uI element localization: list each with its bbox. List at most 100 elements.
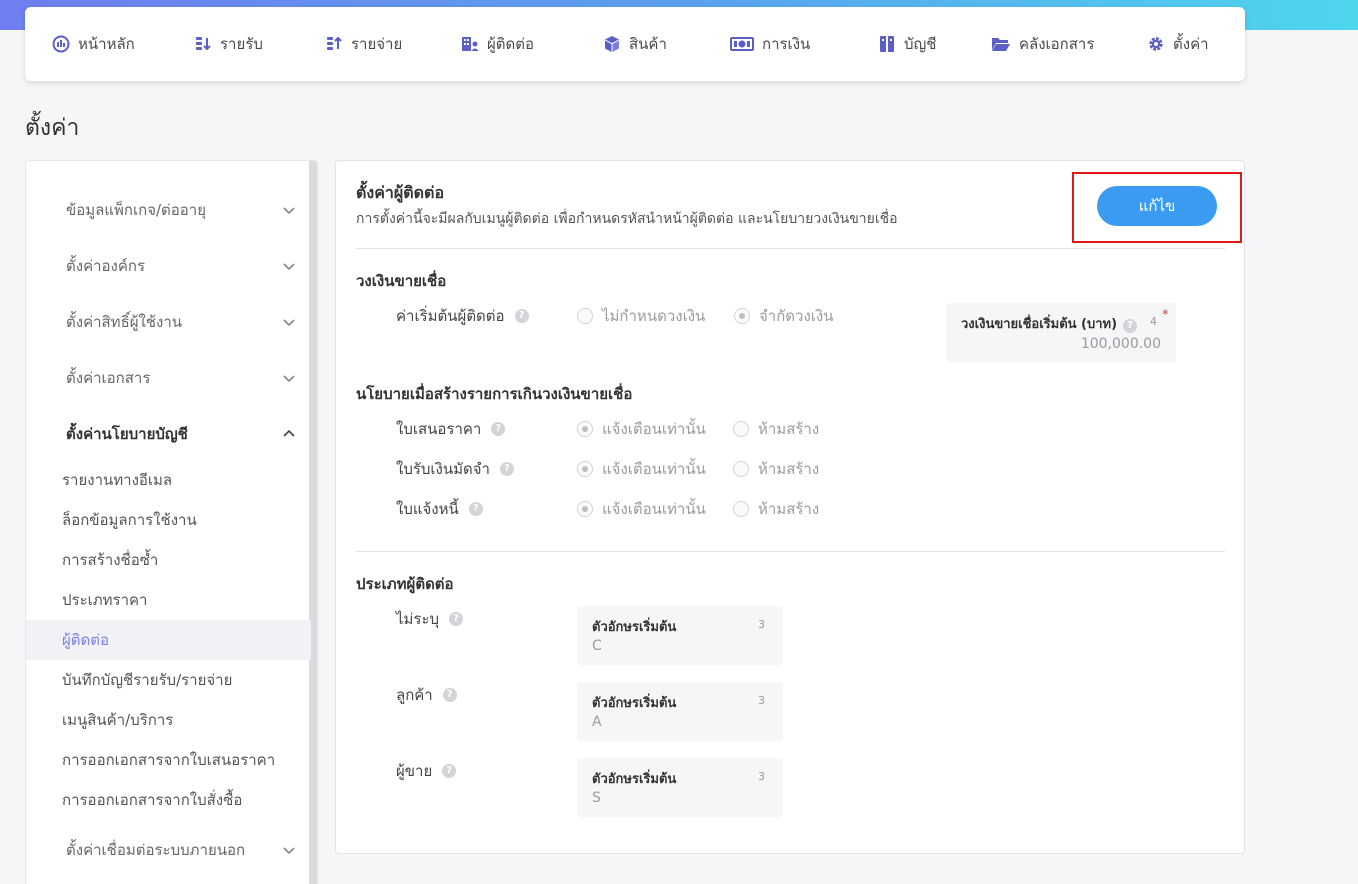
sidebar-group-permissions[interactable]: ตั้งค่าสิทธิ์ผู้ใช้งาน [66,302,296,342]
credit-limit-value: 100,000.00 [1080,336,1161,352]
sidebar-item-price-types[interactable]: ประเภทราคา [26,580,311,620]
coins-in-icon [194,35,212,53]
sidebar-item-email-report[interactable]: รายงานทางอีเมล [26,460,311,500]
sidebar-group-accounting-policy[interactable]: ตั้งค่านโยบายบัญชี [66,414,296,454]
nav-home-label: หน้าหลัก [78,35,135,53]
radio-block[interactable]: ห้ามสร้าง [733,497,819,521]
default-contact-label-text: ค่าเริ่มต้นผู้ติดต่อ [396,307,505,325]
divider [356,248,1225,249]
nav-contacts[interactable]: ผู้ติดต่อ [461,7,534,81]
help-icon[interactable]: ? [499,462,514,476]
prefix-label: ตัวอักษรเริ่มต้น [592,696,677,711]
contact-settings-panel: ตั้งค่าผู้ติดต่อ การตั้งค่านี้จะมีผลกับเ… [335,160,1245,854]
help-icon[interactable]: ? [442,688,457,702]
radio-block-label: ห้ามสร้าง [758,500,820,518]
nav-settings[interactable]: ตั้งค่า [1147,7,1209,81]
folder-icon [991,35,1011,53]
chevron-down-icon [283,847,295,855]
prefix-label: ตัวอักษรเริ่มต้น [592,620,677,635]
radio-block[interactable]: ห้ามสร้าง [733,457,819,481]
default-contact-label: ค่าเริ่มต้นผู้ติดต่อ? [396,304,529,328]
gauge-icon [52,35,70,53]
radio-limit[interactable]: จำกัดวงเงิน [734,304,834,328]
prefix-field-customer[interactable]: ตัวอักษรเริ่มต้น 3 A [577,682,783,741]
nav-expense-label: รายจ่าย [351,35,403,53]
sidebar-group-organization[interactable]: ตั้งค่าองค์กร [66,246,296,286]
char-count: 3 [758,618,765,631]
panel-description: การตั้งค่านี้จะมีผลกับเมนูผู้ติดต่อ เพื่… [356,211,898,227]
sidebar-group-label: ตั้งค่านโยบายบัญชี [66,425,188,443]
radio-block-label: ห้ามสร้าง [758,420,820,438]
divider [356,551,1225,552]
sidebar-item-income-expense[interactable]: บันทึกบัญชีรายรับ/รายจ่าย [26,660,311,700]
contact-type-label: ไม่ระบุ [396,610,440,628]
sidebar-item-contacts[interactable]: ผู้ติดต่อ [26,620,311,660]
help-icon[interactable]: ? [442,764,457,778]
help-icon[interactable]: ? [491,422,506,436]
nav-finance[interactable]: การเงิน [730,7,810,81]
credit-limit-field[interactable]: วงเงินขายเชื่อเริ่มต้น (บาท)? 4 * 100,00… [946,303,1176,362]
help-icon[interactable]: ? [468,502,483,516]
policy-section-title: นโยบายเมื่อสร้างรายการเกินวงเงินขายเชื่อ [356,385,633,403]
sidebar-group-integrations[interactable]: ตั้งค่าเชื่อมต่อระบบภายนอก [66,830,296,870]
policy-row-deposit: ใบรับเงินมัดจำ? [396,457,514,481]
radio-warn-label: แจ้งเตือนเท่านั้น [602,500,706,518]
radio-circle [577,308,593,324]
prefix-field-unspecified[interactable]: ตัวอักษรเริ่มต้น 3 C [577,606,783,665]
help-icon[interactable]: ? [1123,319,1138,333]
radio-no-limit-label: ไม่กำหนดวงเงิน [602,307,706,325]
prefix-value: S [592,790,601,806]
gear-icon [1147,35,1165,53]
chevron-down-icon [283,319,295,327]
sidebar-group-label: ตั้งค่าองค์กร [66,257,146,275]
chevron-down-icon [283,263,295,271]
sidebar-group-label: ตั้งค่าเชื่อมต่อระบบภายนอก [66,841,246,859]
chevron-down-icon [283,375,295,383]
char-count: 3 [758,694,765,707]
nav-finance-label: การเงิน [762,35,811,53]
sidebar-item-duplicate-names[interactable]: การสร้างชื่อซ้ำ [26,540,311,580]
sidebar-group-documents[interactable]: ตั้งค่าเอกสาร [66,358,296,398]
prefix-value: A [592,714,602,730]
sidebar-item-product-menu[interactable]: เมนูสินค้า/บริการ [26,700,311,740]
radio-no-limit[interactable]: ไม่กำหนดวงเงิน [577,304,705,328]
radio-warn-only[interactable]: แจ้งเตือนเท่านั้น [577,417,706,441]
radio-circle-selected [577,461,593,477]
nav-accounting-label: บัญชี [904,35,937,53]
sidebar-item-usage-log[interactable]: ล็อกข้อมูลการใช้งาน [26,500,311,540]
help-icon[interactable]: ? [514,309,529,323]
highlight-box [1072,172,1242,243]
radio-circle [733,461,749,477]
box-icon [603,35,621,53]
policy-row-quotation: ใบเสนอราคา? [396,417,506,441]
nav-documents[interactable]: คลังเอกสาร [991,7,1094,81]
contact-types-section-title: ประเภทผู้ติดต่อ [356,575,454,593]
policy-row-label: ใบแจ้งหนี้ [396,500,459,518]
nav-expense[interactable]: รายจ่าย [325,7,402,81]
sidebar-item-from-quotation[interactable]: การออกเอกสารจากใบเสนอราคา [26,740,311,780]
radio-warn-only[interactable]: แจ้งเตือนเท่านั้น [577,497,706,521]
nav-home[interactable]: หน้าหลัก [52,7,135,81]
sidebar-item-from-purchase-order[interactable]: การออกเอกสารจากใบสั่งซื้อ [26,780,311,820]
radio-block[interactable]: ห้ามสร้าง [733,417,819,441]
radio-warn-only[interactable]: แจ้งเตือนเท่านั้น [577,457,706,481]
prefix-field-vendor[interactable]: ตัวอักษรเริ่มต้น 3 S [577,758,783,817]
sidebar-group-label: ข้อมูลแพ็กเกจ/ต่ออายุ [66,201,207,219]
panel-title: ตั้งค่าผู้ติดต่อ [356,183,445,202]
credit-section-title: วงเงินขายเชื่อ [356,272,447,290]
sidebar-group-label: ตั้งค่าสิทธิ์ผู้ใช้งาน [66,313,183,331]
nav-income[interactable]: รายรับ [194,7,263,81]
help-icon[interactable]: ? [449,612,464,626]
nav-settings-label: ตั้งค่า [1173,35,1209,53]
ledger-icon [878,35,896,53]
contact-type-label: ลูกค้า [396,686,433,704]
top-navigation: หน้าหลัก รายรับ รายจ่าย ผู้ติดต่อ สินค้า… [25,7,1245,81]
nav-documents-label: คลังเอกสาร [1019,35,1095,53]
policy-row-label: ใบรับเงินมัดจำ [396,460,490,478]
sidebar-group-label: ตั้งค่าเอกสาร [66,369,151,387]
sidebar-group-package[interactable]: ข้อมูลแพ็กเกจ/ต่ออายุ [66,190,296,230]
nav-accounting[interactable]: บัญชี [878,7,936,81]
page-title: ตั้งค่า [25,115,80,141]
nav-products[interactable]: สินค้า [603,7,667,81]
prefix-value: C [592,638,602,654]
